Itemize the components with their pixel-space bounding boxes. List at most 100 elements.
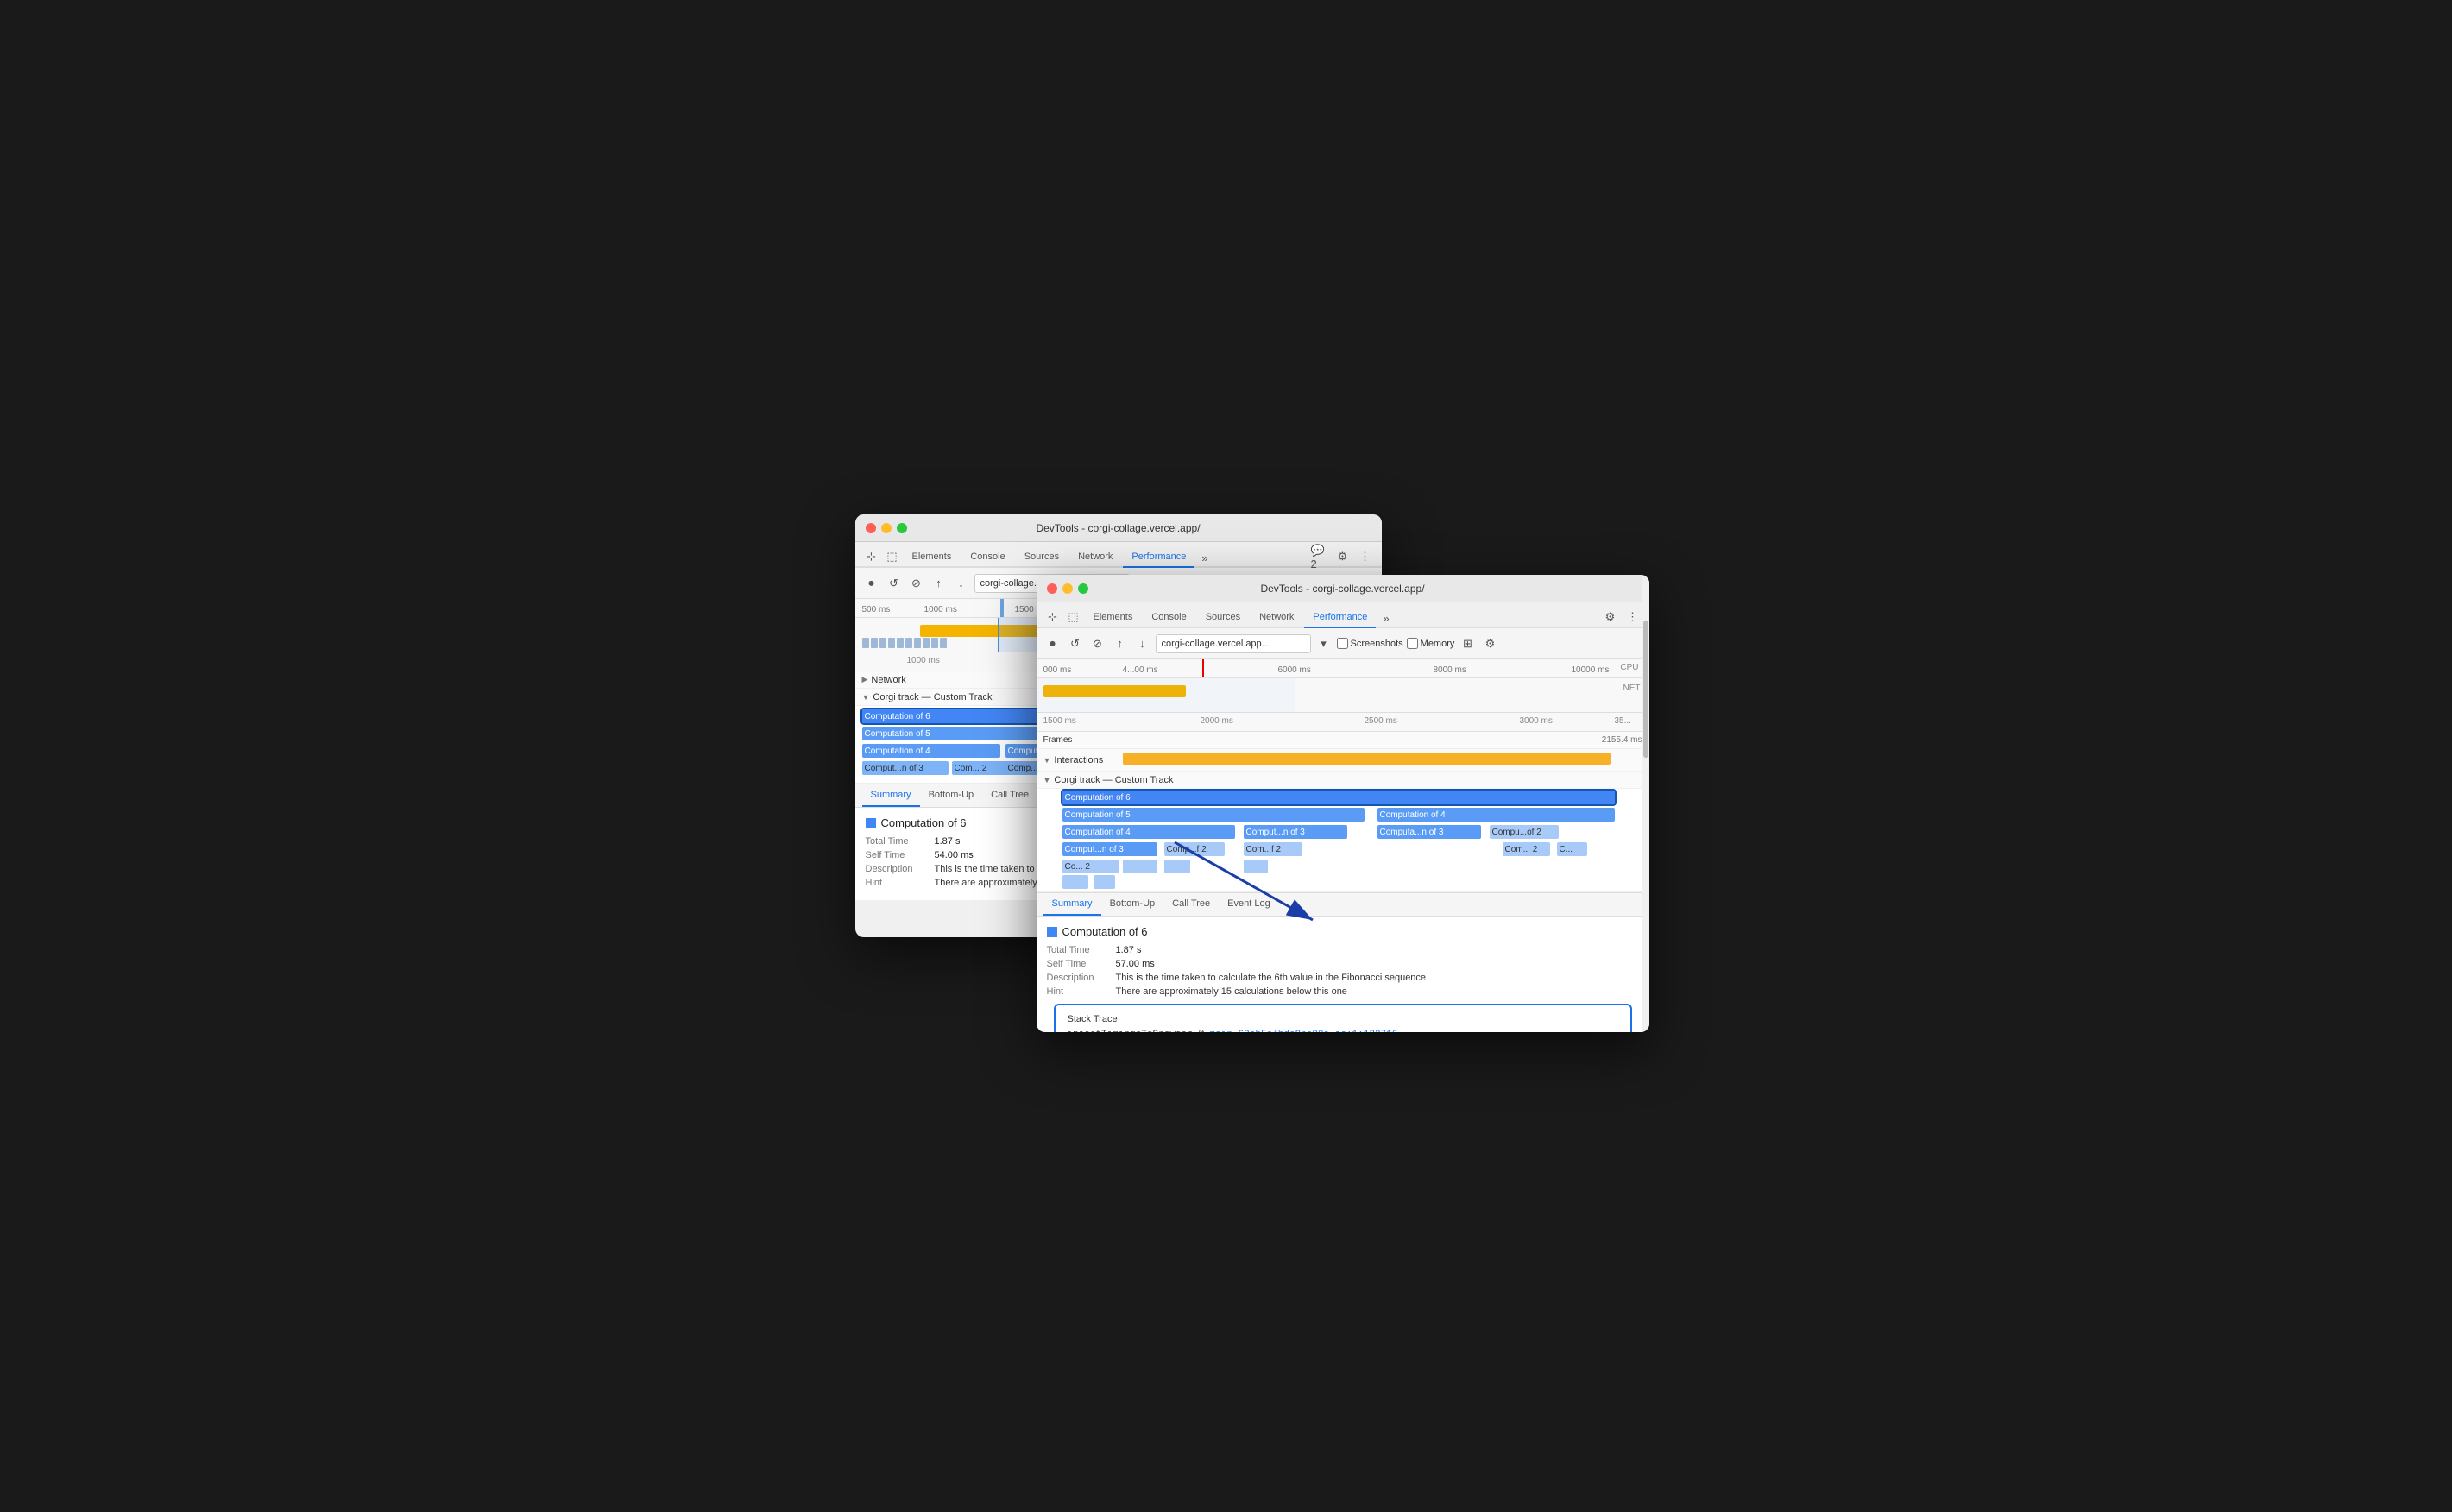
flame-comp2b-front[interactable]: Comp...f 2 <box>1164 842 1225 856</box>
tab-summary-back[interactable]: Summary <box>862 784 920 807</box>
tab-performance-front[interactable]: Performance <box>1304 608 1376 628</box>
refresh-icon-back[interactable]: ↺ <box>885 574 904 593</box>
network-expand-arrow-back[interactable]: ▶ <box>862 675 868 684</box>
flame-comp6-front[interactable]: Computation of 6 <box>1062 791 1615 804</box>
description-value-front: This is the time taken to calculate the … <box>1116 973 1639 983</box>
flame-comp2d-front[interactable]: Com... 2 <box>1503 842 1550 856</box>
tab-calltree-back[interactable]: Call Tree <box>982 784 1037 807</box>
devtools-layout-icon[interactable]: ⬚ <box>883 547 902 566</box>
tab-elements-front[interactable]: Elements <box>1085 608 1142 627</box>
upload-icon-back[interactable]: ↑ <box>930 574 949 593</box>
flame-comp3a-front[interactable]: Comput...n of 3 <box>1244 825 1347 839</box>
devtools-cursor-icon[interactable]: ⊹ <box>862 547 881 566</box>
overview-selection-front[interactable] <box>1037 678 1295 712</box>
top-ruler-tick-0: 000 ms <box>1043 665 1072 675</box>
interactions-expand-front[interactable]: ▼ <box>1043 756 1051 765</box>
summary-self-time-front: Self Time 57.00 ms <box>1047 959 1639 969</box>
record-icon-front[interactable]: ⏺ <box>1043 634 1062 653</box>
settings-icon-back[interactable]: ⚙ <box>1333 547 1352 566</box>
tab-more-back[interactable]: » <box>1196 550 1213 566</box>
chat-icon-back[interactable]: 💬 2 <box>1311 547 1330 566</box>
tab-performance-back[interactable]: Performance <box>1123 547 1194 568</box>
refresh-icon-front[interactable]: ↺ <box>1066 634 1085 653</box>
tab-summary-front[interactable]: Summary <box>1043 893 1101 916</box>
flame-comp5-front[interactable]: Computation of 5 <box>1062 808 1365 822</box>
tab-more-front[interactable]: » <box>1377 610 1394 627</box>
tab-console-front[interactable]: Console <box>1143 608 1194 627</box>
flame-comp3b-front[interactable]: Computa...n of 3 <box>1377 825 1481 839</box>
tab-network-back[interactable]: Network <box>1069 547 1121 566</box>
flame-comp2a-front[interactable]: Compu...of 2 <box>1490 825 1559 839</box>
devtools-cursor-icon-front[interactable]: ⊹ <box>1043 608 1062 627</box>
tab-bottomup-front[interactable]: Bottom-Up <box>1101 893 1164 916</box>
tab-eventlog-front[interactable]: Event Log <box>1219 893 1279 916</box>
total-time-label-back: Total Time <box>866 836 935 847</box>
close-button-back[interactable] <box>866 523 876 533</box>
toolbar-front: ⏺ ↺ ⊘ ↑ ↓ corgi-collage.vercel.app... ▾ … <box>1037 628 1649 659</box>
record-icon-back[interactable]: ⏺ <box>862 574 881 593</box>
description-label-front: Description <box>1047 973 1116 983</box>
menu-icon-front[interactable]: ⋮ <box>1623 608 1642 627</box>
minimize-button-back[interactable] <box>881 523 892 533</box>
tab-network-front[interactable]: Network <box>1251 608 1302 627</box>
maximize-button-back[interactable] <box>897 523 907 533</box>
flame-comp4a-front[interactable]: Computation of 4 <box>1377 808 1615 822</box>
tab-bottomup-back[interactable]: Bottom-Up <box>920 784 983 807</box>
flame-c1-front[interactable]: C... <box>1557 842 1587 856</box>
flame-small3-front[interactable] <box>1244 860 1268 873</box>
devtools-window-front: DevTools - corgi-collage.vercel.app/ ⊹ ⬚… <box>1037 575 1649 1032</box>
url-field-front[interactable]: corgi-collage.vercel.app... <box>1156 634 1311 653</box>
download-icon-front[interactable]: ↓ <box>1133 634 1152 653</box>
flame-comp2c-front[interactable]: Com...f 2 <box>1244 842 1302 856</box>
menu-icon-back[interactable]: ⋮ <box>1356 547 1375 566</box>
network-throttle-icon-front[interactable]: ⊞ <box>1458 634 1477 653</box>
top-ruler-tick-8000: 8000 ms <box>1434 665 1466 675</box>
self-time-label-back: Self Time <box>866 850 935 860</box>
flame-co2-front[interactable]: Co... 2 <box>1062 860 1119 873</box>
window-title-back: DevTools - corgi-collage.vercel.app/ <box>1036 522 1200 534</box>
url-dropdown-front[interactable]: ▾ <box>1314 634 1333 653</box>
maximize-button-front[interactable] <box>1078 583 1088 594</box>
settings-icon-front[interactable]: ⚙ <box>1601 608 1620 627</box>
minimize-button-front[interactable] <box>1062 583 1073 594</box>
clear-icon-front[interactable]: ⊘ <box>1088 634 1107 653</box>
self-time-value-back: 54.00 ms <box>935 850 974 860</box>
screenshots-checkbox-group-front: Screenshots <box>1337 638 1403 649</box>
tab-elements-back[interactable]: Elements <box>904 547 961 566</box>
flame-bar-comp3c-back[interactable]: Comput...n of 3 <box>862 761 949 775</box>
stack-trace-link-front[interactable]: main.63cb5c4bde8be90a.js:1:122716 <box>1210 1030 1398 1032</box>
flame-comp4b-front[interactable]: Computation of 4 <box>1062 825 1235 839</box>
summary-color-swatch-front <box>1047 927 1057 937</box>
time-marker-blue-back[interactable] <box>1000 599 1004 617</box>
flame-tiny2-front[interactable] <box>1094 875 1115 889</box>
main-ruler-1000-back: 1000 ms <box>907 656 940 665</box>
flame-small1-front[interactable] <box>1123 860 1157 873</box>
screenshots-checkbox-front[interactable] <box>1337 638 1348 649</box>
tab-sources-back[interactable]: Sources <box>1016 547 1068 566</box>
main-ruler-2500-front: 2500 ms <box>1365 716 1397 726</box>
flame-bar-comp2a-back[interactable]: Com... 2 <box>952 761 1011 775</box>
hint-label-back: Hint <box>866 878 935 888</box>
tab-console-back[interactable]: Console <box>961 547 1013 566</box>
corgi-track-expand-arrow-back[interactable]: ▼ <box>862 693 870 702</box>
flame-bar-comp4b-back[interactable]: Computation of 4 <box>862 744 1000 758</box>
flame-comp3c-front[interactable]: Comput...n of 3 <box>1062 842 1157 856</box>
tab-calltree-front[interactable]: Call Tree <box>1163 893 1219 916</box>
scrollbar-track-front[interactable] <box>1642 575 1649 1032</box>
upload-icon-front[interactable]: ↑ <box>1111 634 1130 653</box>
flame-small2-front[interactable] <box>1164 860 1190 873</box>
clear-icon-back[interactable]: ⊘ <box>907 574 926 593</box>
settings-gear-front[interactable]: ⚙ <box>1480 634 1499 653</box>
close-button-front[interactable] <box>1047 583 1057 594</box>
top-ruler-tick-4000: 4...00 ms <box>1123 665 1158 675</box>
tab-sources-front[interactable]: Sources <box>1197 608 1249 627</box>
scrollbar-thumb-front[interactable] <box>1643 621 1648 758</box>
total-time-label-front: Total Time <box>1047 945 1116 955</box>
main-ruler-3000-front: 3000 ms <box>1520 716 1553 726</box>
memory-checkbox-front[interactable] <box>1407 638 1418 649</box>
flame-tiny1-front[interactable] <box>1062 875 1088 889</box>
corgi-track-expand-arrow-front[interactable]: ▼ <box>1043 776 1051 784</box>
memory-checkbox-group-front: Memory <box>1407 638 1455 649</box>
devtools-layout-icon-front[interactable]: ⬚ <box>1064 608 1083 627</box>
download-icon-back[interactable]: ↓ <box>952 574 971 593</box>
